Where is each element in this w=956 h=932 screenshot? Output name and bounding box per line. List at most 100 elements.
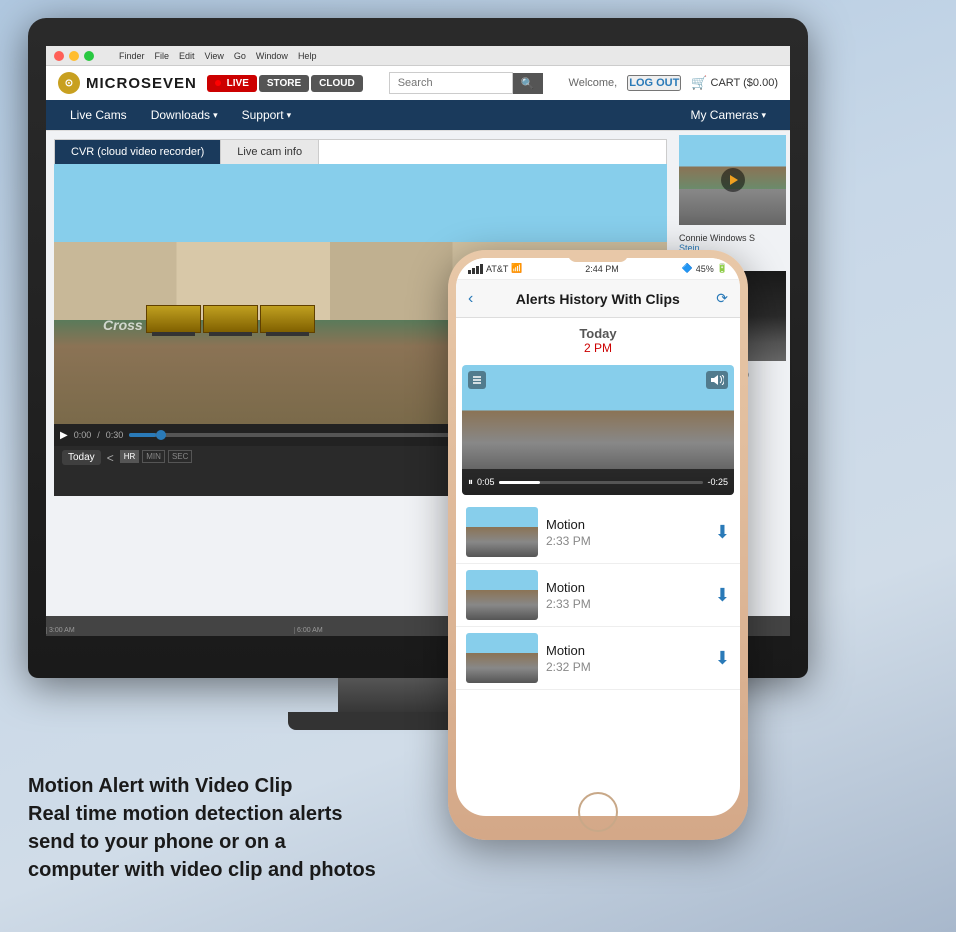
bluetooth-icon: 🔷 (682, 263, 693, 274)
video-graffiti: Cross (103, 317, 143, 333)
cart-icon: 🛒 (691, 75, 707, 91)
clip-info-2: Motion 2:33 PM (546, 580, 707, 611)
cam-thumb-1[interactable] (679, 135, 786, 225)
mac-menubar: Finder File Edit View Go Window Help (119, 51, 316, 61)
phone-date-section: Today 2 PM (456, 318, 740, 359)
search-area: 🔍 (389, 72, 543, 94)
phone-video-controls: ⏸ 0:05 -0:25 (462, 469, 734, 495)
logout-button[interactable]: LOG OUT (627, 75, 681, 91)
nav-live[interactable]: LIVE (207, 75, 257, 92)
phone-date-label: Today (468, 326, 728, 341)
phone-video-player[interactable]: ⏸ 0:05 -0:25 (462, 365, 734, 495)
nav-item-livecams[interactable]: Live Cams (58, 100, 139, 130)
battery-label: 45% (696, 264, 714, 274)
clip-download-button-3[interactable]: ⬇ (715, 648, 730, 669)
train-car-2 (203, 305, 258, 333)
timeline-back-button[interactable]: < (107, 451, 114, 465)
clip-time-2: 2:33 PM (546, 597, 707, 611)
timeline-mark-1: 3:00 AM (46, 627, 294, 634)
tab-cvr[interactable]: CVR (cloud video recorder) (55, 140, 221, 164)
train-car-1 (146, 305, 201, 333)
signal-bar-4 (480, 264, 483, 274)
phone-time-remaining: -0:25 (707, 477, 728, 487)
signal-bar-3 (476, 266, 479, 274)
timeline-label: Today (62, 450, 101, 465)
clip-download-button-2[interactable]: ⬇ (715, 585, 730, 606)
play-button[interactable]: ▶ (60, 430, 68, 441)
nav-cloud[interactable]: CLOUD (311, 75, 363, 92)
tabs-bar: CVR (cloud video recorder) Live cam info (54, 139, 667, 164)
nav-pills: LIVE STORE CLOUD (207, 75, 363, 92)
phone-time-current: 0:05 (477, 477, 495, 487)
phone-nav-title: Alerts History With Clips (479, 291, 716, 307)
bottom-line-3: send to your phone or on a (28, 828, 376, 856)
chevron-down-icon: ▾ (213, 110, 218, 121)
clip-download-button-1[interactable]: ⬇ (715, 522, 730, 543)
clip-label-3: Motion (546, 643, 707, 658)
mac-minimize-dot[interactable] (69, 51, 79, 61)
unit-hr[interactable]: HR (120, 450, 140, 463)
cart-label: CART ($0.00) (711, 77, 778, 89)
logo-area: ⊙ MICROSEVEN LIVE STORE CLOUD (58, 72, 363, 94)
search-input[interactable] (389, 72, 513, 94)
phone-back-button[interactable]: ‹ (468, 290, 473, 308)
phone-clip-list: Motion 2:33 PM ⬇ Motion 2:33 PM ⬇ (456, 501, 740, 690)
phone-refresh-button[interactable]: ⟳ (716, 290, 728, 307)
list-item[interactable]: Motion 2:32 PM ⬇ (456, 627, 740, 690)
clip-time-3: 2:32 PM (546, 660, 707, 674)
nav-item-mycameras[interactable]: My Cameras ▾ (678, 100, 778, 130)
signal-bar-2 (472, 268, 475, 274)
timeline-units: HR MIN SEC (120, 450, 193, 463)
cart-area[interactable]: 🛒 CART ($0.00) (691, 75, 778, 91)
phone-progress-bar[interactable] (499, 481, 704, 484)
phone-play-pause-button[interactable]: ⏸ (468, 477, 473, 488)
clip-info-1: Motion 2:33 PM (546, 517, 707, 548)
tab-livecaminfo[interactable]: Live cam info (221, 140, 319, 164)
live-indicator (215, 80, 221, 86)
clip-time-1: 2:33 PM (546, 534, 707, 548)
menu-finder[interactable]: Finder (119, 51, 145, 61)
phone-home-button[interactable] (578, 792, 618, 832)
phone-nav-bar: ‹ Alerts History With Clips ⟳ (456, 280, 740, 318)
unit-sec[interactable]: SEC (168, 450, 192, 463)
video-time-total: 0:30 (106, 430, 124, 440)
unit-min[interactable]: MIN (142, 450, 165, 463)
list-item[interactable]: Motion 2:33 PM ⬇ (456, 501, 740, 564)
main-nav: Live Cams Downloads ▾ Support ▾ My Camer… (46, 100, 790, 130)
clip-label-1: Motion (546, 517, 707, 532)
video-time-separator: / (97, 430, 100, 440)
phone: AT&T 📶 2:44 PM 🔷 45% 🔋 ‹ Alerts History … (448, 250, 748, 840)
bottom-line-2: Real time motion detection alerts (28, 800, 376, 828)
clip-label-2: Motion (546, 580, 707, 595)
menu-go[interactable]: Go (234, 51, 246, 61)
nav-store[interactable]: STORE (259, 75, 309, 92)
phone-screen: AT&T 📶 2:44 PM 🔷 45% 🔋 ‹ Alerts History … (456, 258, 740, 816)
clip-thumbnail-3 (466, 633, 538, 683)
menu-file[interactable]: File (155, 51, 170, 61)
status-left: AT&T 📶 (468, 263, 523, 274)
top-bar: ⊙ MICROSEVEN LIVE STORE CLOUD 🔍 (46, 66, 790, 100)
nav-item-downloads[interactable]: Downloads ▾ (139, 100, 230, 130)
status-right: 🔷 45% 🔋 (682, 263, 728, 274)
clip-thumbnail-1 (466, 507, 538, 557)
clip-info-3: Motion 2:32 PM (546, 643, 707, 674)
play-overlay-1[interactable] (721, 168, 745, 192)
signal-bar-1 (468, 270, 471, 274)
mac-close-dot[interactable] (54, 51, 64, 61)
list-item[interactable]: Motion 2:33 PM ⬇ (456, 564, 740, 627)
signal-bars (468, 264, 483, 274)
bottom-line-1: Motion Alert with Video Clip (28, 772, 376, 800)
logo-text: MICROSEVEN (86, 75, 197, 92)
menu-help[interactable]: Help (298, 51, 317, 61)
video-progress-dot[interactable] (156, 430, 166, 440)
nav-item-support[interactable]: Support ▾ (230, 100, 304, 130)
search-button[interactable]: 🔍 (513, 73, 543, 94)
phone-video-settings-icon[interactable] (468, 371, 486, 389)
menu-view[interactable]: View (205, 51, 224, 61)
battery-icon: 🔋 (717, 263, 728, 274)
menu-window[interactable]: Window (256, 51, 288, 61)
bottom-description: Motion Alert with Video Clip Real time m… (28, 772, 376, 884)
phone-video-sound-icon[interactable] (706, 371, 728, 389)
menu-edit[interactable]: Edit (179, 51, 195, 61)
mac-maximize-dot[interactable] (84, 51, 94, 61)
